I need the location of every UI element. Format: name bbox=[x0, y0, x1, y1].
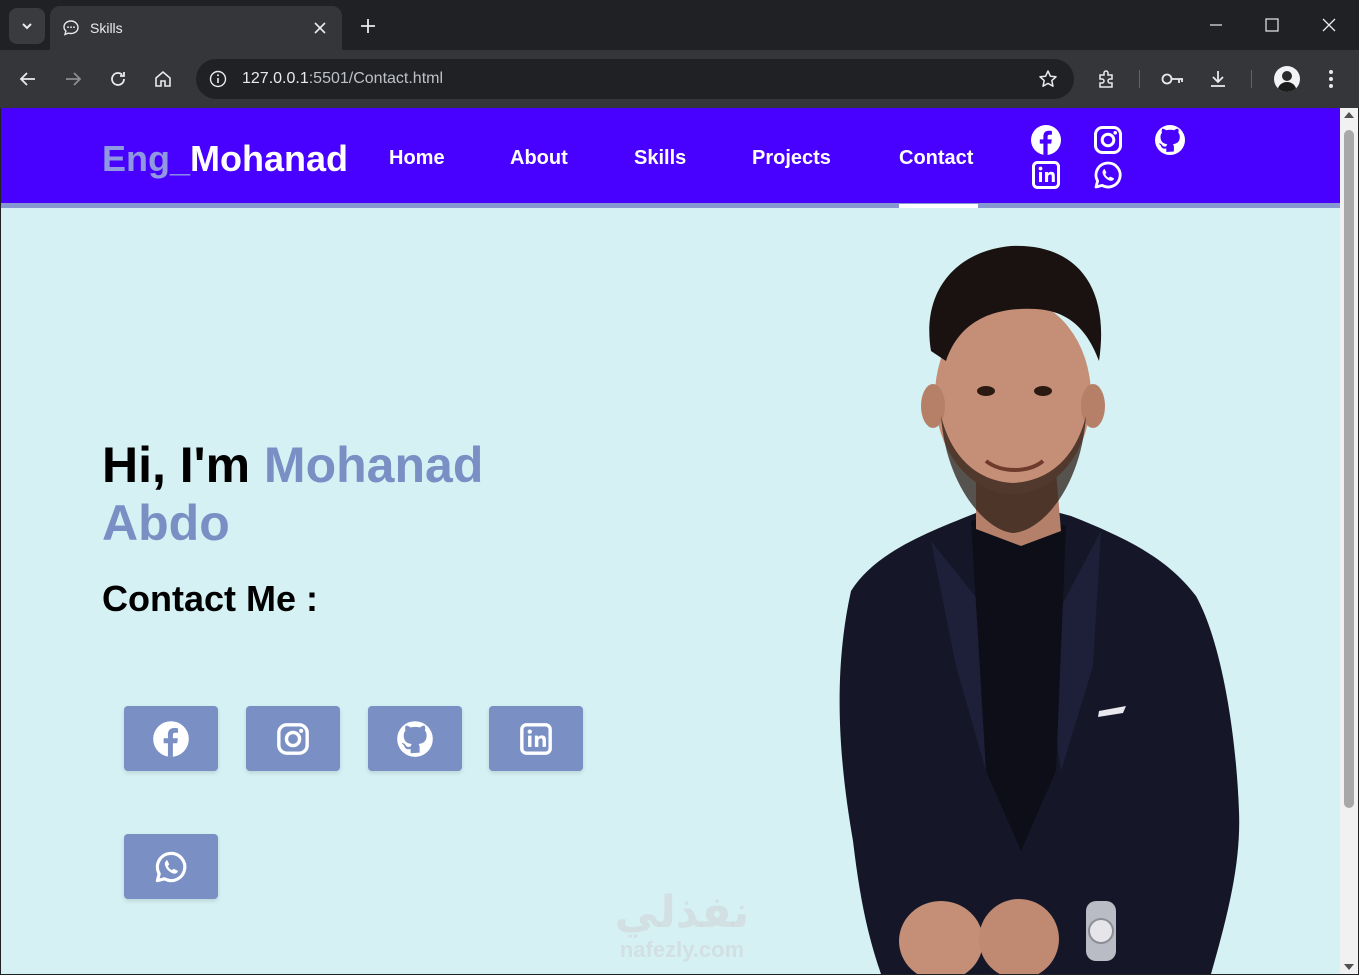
info-icon bbox=[209, 70, 227, 88]
contact-whatsapp-button[interactable] bbox=[124, 834, 218, 899]
toolbar-separator bbox=[1251, 70, 1252, 88]
tab-title: Skills bbox=[90, 20, 123, 36]
nav-facebook-link[interactable] bbox=[1030, 124, 1062, 156]
reload-icon bbox=[111, 72, 125, 86]
home-button[interactable] bbox=[146, 62, 180, 96]
passwords-button[interactable] bbox=[1156, 62, 1190, 96]
key-icon bbox=[1161, 73, 1183, 85]
facebook-icon bbox=[1031, 125, 1061, 155]
browser-tab[interactable]: Skills bbox=[50, 6, 342, 50]
downloads-button[interactable] bbox=[1201, 62, 1235, 96]
close-icon bbox=[314, 22, 326, 34]
logo-prefix: Eng_ bbox=[102, 138, 191, 179]
url-text: 127.0.0.1:5501/Contact.html bbox=[242, 70, 1028, 88]
page-viewport: Eng_Mohanad Home About Skills Projects C… bbox=[1, 108, 1340, 974]
minimize-button[interactable] bbox=[1193, 8, 1239, 42]
forward-button[interactable] bbox=[56, 62, 90, 96]
hero-greeting: Hi, I'm bbox=[102, 437, 264, 493]
url-path: :5501/Contact.html bbox=[308, 70, 444, 87]
nav-link-contact[interactable]: Contact bbox=[899, 147, 973, 170]
site-info-button[interactable] bbox=[198, 59, 238, 99]
chat-bubble-icon bbox=[63, 20, 79, 36]
chevron-down-icon bbox=[22, 23, 32, 30]
maximize-button[interactable] bbox=[1249, 8, 1295, 42]
plus-icon bbox=[361, 19, 375, 33]
maximize-icon bbox=[1265, 18, 1279, 32]
arrow-right-icon bbox=[66, 72, 82, 86]
tab-close-button[interactable] bbox=[310, 18, 330, 38]
contact-linkedin-button[interactable] bbox=[489, 706, 583, 771]
page-scrollbar[interactable] bbox=[1340, 108, 1358, 974]
close-icon bbox=[1322, 18, 1336, 32]
star-icon bbox=[1039, 70, 1057, 87]
download-icon bbox=[1211, 71, 1225, 87]
tab-strip: Skills bbox=[0, 0, 1359, 50]
scroll-up-arrow-icon[interactable] bbox=[1344, 112, 1354, 118]
url-host: 127.0.0.1 bbox=[242, 70, 309, 87]
browser-toolbar: 127.0.0.1:5501/Contact.html bbox=[0, 50, 1359, 108]
minimize-icon bbox=[1210, 24, 1222, 26]
kebab-menu-icon bbox=[1329, 70, 1333, 88]
contact-instagram-button[interactable] bbox=[246, 706, 340, 771]
profile-avatar[interactable] bbox=[1274, 66, 1300, 92]
logo-name: Mohanad bbox=[190, 138, 349, 179]
scroll-down-arrow-icon[interactable] bbox=[1344, 964, 1354, 970]
menu-button[interactable] bbox=[1314, 62, 1348, 96]
hero-heading: Hi, I'm Mohanad Abdo bbox=[102, 436, 522, 552]
contact-heading: Contact Me : bbox=[102, 578, 318, 619]
profile-photo bbox=[839, 245, 1240, 974]
profile-avatar-icon bbox=[1277, 71, 1297, 92]
nav-instagram-link[interactable] bbox=[1092, 124, 1124, 156]
site-logo[interactable]: Eng_Mohanad bbox=[102, 138, 348, 180]
nav-active-indicator bbox=[899, 204, 978, 208]
extensions-button[interactable] bbox=[1090, 62, 1124, 96]
github-icon bbox=[1155, 125, 1185, 155]
nav-whatsapp-link[interactable] bbox=[1092, 159, 1124, 191]
address-bar[interactable]: 127.0.0.1:5501/Contact.html bbox=[196, 59, 1074, 99]
linkedin-icon bbox=[1032, 161, 1060, 189]
close-window-button[interactable] bbox=[1306, 8, 1352, 42]
nav-link-about[interactable]: About bbox=[510, 147, 568, 170]
watermark: نفذلي nafezly.com bbox=[597, 888, 767, 962]
contact-facebook-button[interactable] bbox=[124, 706, 218, 771]
watermark-latin: nafezly.com bbox=[619, 937, 745, 962]
watermark-arabic: نفذلي bbox=[614, 888, 750, 937]
facebook-icon bbox=[153, 720, 189, 757]
github-icon bbox=[397, 720, 433, 757]
site-navbar: Eng_Mohanad Home About Skills Projects C… bbox=[1, 108, 1340, 208]
new-tab-button[interactable] bbox=[354, 12, 382, 40]
puzzle-icon bbox=[1099, 70, 1113, 88]
back-button[interactable] bbox=[11, 62, 45, 96]
toolbar-separator bbox=[1139, 70, 1140, 88]
arrow-left-icon bbox=[19, 72, 35, 86]
tab-search-button[interactable] bbox=[9, 8, 45, 44]
home-icon bbox=[155, 70, 171, 87]
bookmark-button[interactable] bbox=[1028, 59, 1068, 99]
instagram-icon bbox=[277, 722, 309, 755]
nav-github-link[interactable] bbox=[1154, 124, 1186, 156]
nav-link-skills[interactable]: Skills bbox=[634, 147, 686, 170]
nav-link-projects[interactable]: Projects bbox=[752, 147, 831, 170]
nav-link-home[interactable]: Home bbox=[389, 147, 445, 170]
contact-github-button[interactable] bbox=[368, 706, 462, 771]
scrollbar-thumb[interactable] bbox=[1344, 130, 1354, 808]
reload-button[interactable] bbox=[101, 62, 135, 96]
whatsapp-icon bbox=[155, 851, 187, 882]
nav-linkedin-link[interactable] bbox=[1030, 159, 1062, 191]
whatsapp-icon bbox=[1094, 161, 1122, 189]
instagram-icon bbox=[1094, 126, 1122, 154]
linkedin-icon bbox=[520, 722, 552, 755]
